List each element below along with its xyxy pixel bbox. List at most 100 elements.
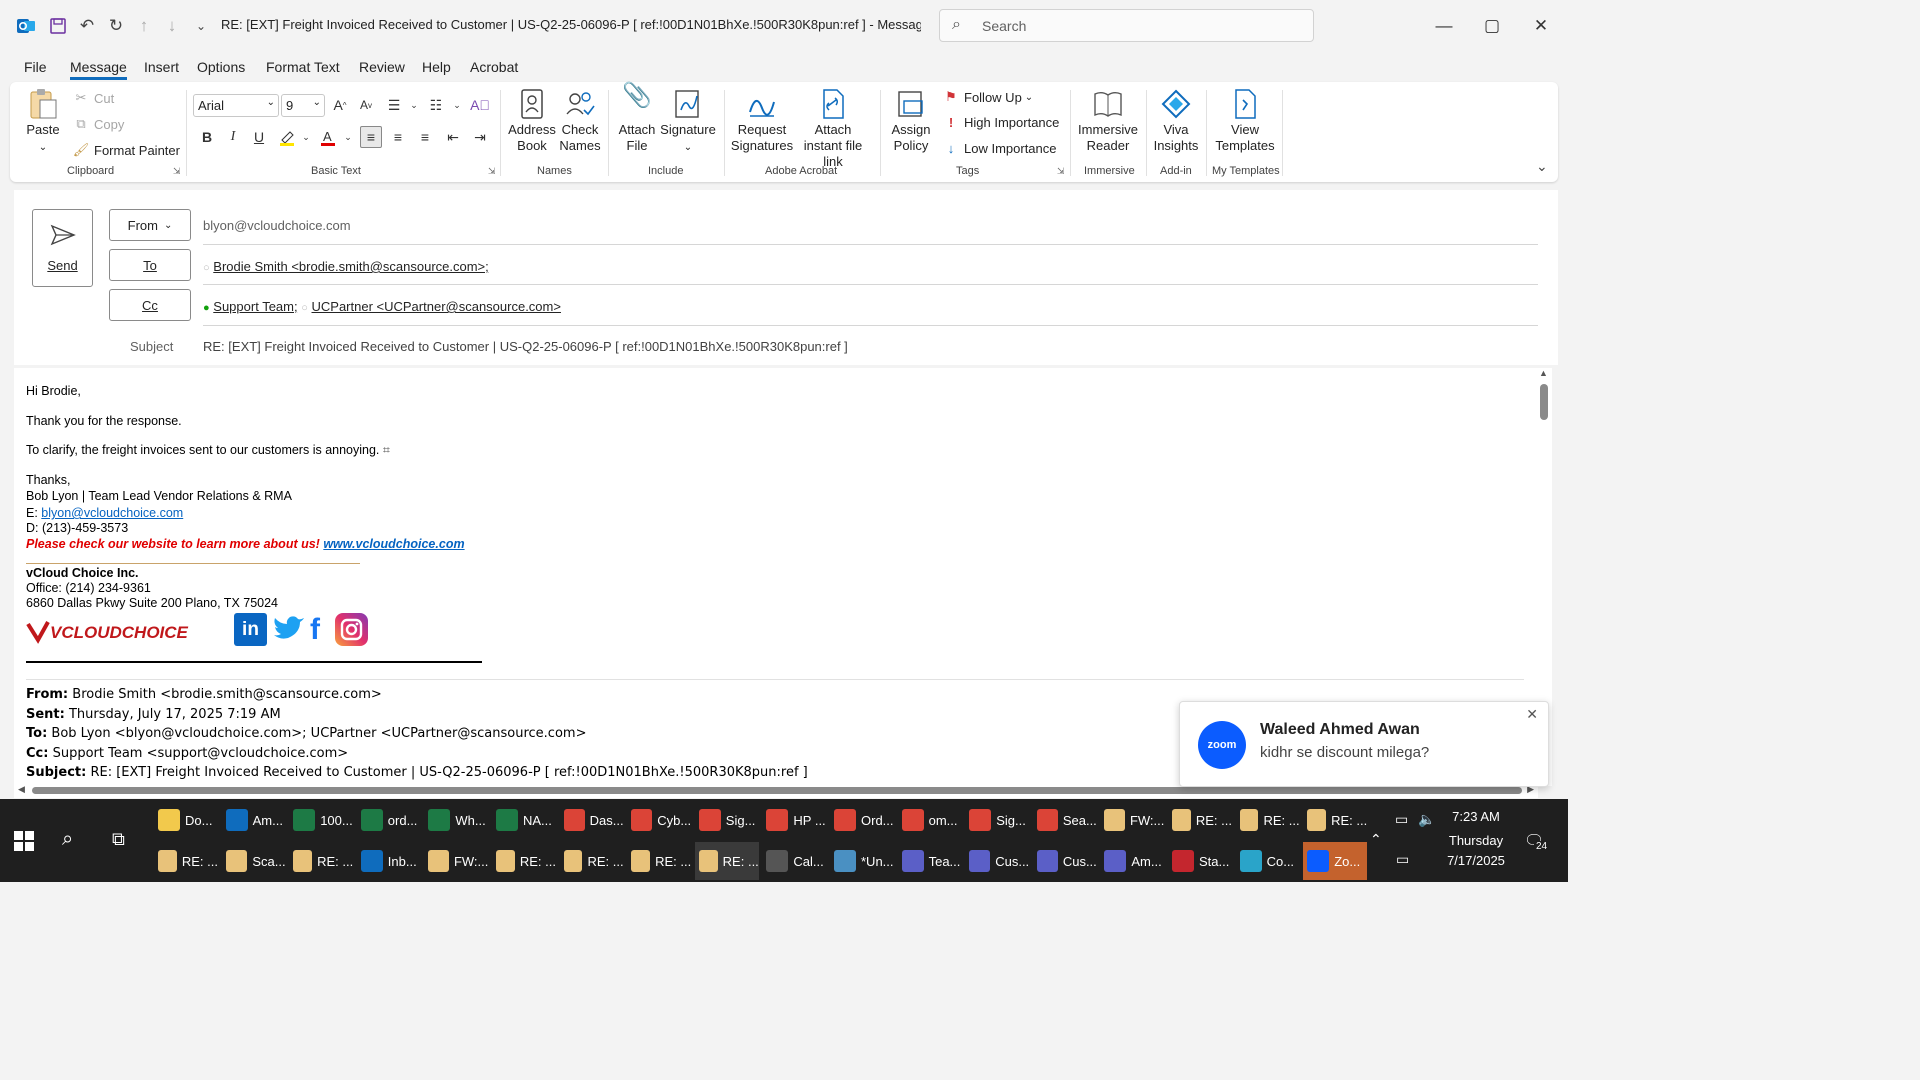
instagram-icon[interactable]: [335, 613, 368, 646]
high-importance-button[interactable]: ! High Importance: [942, 115, 1060, 130]
font-name-dropdown[interactable]: Arial ⌄: [193, 94, 279, 117]
clear-formatting-button[interactable]: A⃥: [469, 94, 491, 116]
network-icon[interactable]: ▭: [1396, 851, 1409, 868]
taskbar-row1-item[interactable]: om...: [898, 801, 962, 839]
shrink-font-button[interactable]: Av: [355, 94, 377, 116]
taskbar-row1-item[interactable]: Cyb...: [627, 801, 691, 839]
taskbar-row1-item[interactable]: Am...: [222, 801, 286, 839]
paste-button[interactable]: Paste ⌄: [26, 88, 60, 156]
tab-help[interactable]: Help: [422, 59, 451, 75]
website-link[interactable]: www.vcloudchoice.com: [323, 537, 464, 551]
cc-recipient[interactable]: Support Team;: [213, 299, 297, 314]
windows-start-icon[interactable]: [14, 831, 36, 853]
down-arrow-icon[interactable]: ↓: [160, 14, 184, 38]
undo-icon[interactable]: ↶: [75, 14, 99, 38]
taskbar-row1-item[interactable]: 100...: [289, 801, 353, 839]
taskbar-row1-item[interactable]: HP ...: [762, 801, 826, 839]
taskbar-row1-item[interactable]: ord...: [357, 801, 421, 839]
tab-options[interactable]: Options: [197, 59, 245, 75]
taskbar-row2-item[interactable]: RE: ...: [492, 842, 556, 880]
minimize-button[interactable]: —: [1430, 12, 1458, 40]
scroll-up-icon[interactable]: ▲: [1539, 368, 1548, 378]
to-button[interactable]: To: [109, 249, 191, 281]
cut-button[interactable]: ✂ Cut: [72, 90, 115, 106]
chevron-down-icon[interactable]: ⌄: [403, 94, 425, 116]
chevron-up-icon[interactable]: ⌃: [1370, 831, 1382, 848]
tab-review[interactable]: Review: [359, 59, 405, 75]
tab-acrobat[interactable]: Acrobat: [470, 59, 518, 75]
taskbar-row1-item[interactable]: Do...: [154, 801, 218, 839]
request-signatures-button[interactable]: Request Signatures: [730, 88, 794, 154]
font-color-button[interactable]: A: [317, 126, 339, 148]
customize-toolbar-icon[interactable]: ⌄: [189, 14, 213, 38]
send-button[interactable]: Send: [32, 209, 93, 287]
low-importance-button[interactable]: ↓ Low Importance: [942, 141, 1057, 156]
align-right-button[interactable]: ≡: [414, 126, 436, 148]
cc-field[interactable]: ● Support Team; ○ UCPartner <UCPartner@s…: [203, 299, 561, 314]
taskbar-row2-item[interactable]: Cus...: [1033, 842, 1097, 880]
taskbar-row2-item[interactable]: Co...: [1236, 842, 1300, 880]
maximize-button[interactable]: ▢: [1478, 12, 1506, 40]
taskbar-row1-item[interactable]: Sea...: [1033, 801, 1097, 839]
taskbar-row2-item[interactable]: Am...: [1100, 842, 1164, 880]
taskbar-row2-item[interactable]: RE: ...: [627, 842, 691, 880]
facebook-icon[interactable]: f: [310, 614, 328, 646]
font-size-dropdown[interactable]: 9 ⌄: [281, 94, 325, 117]
assign-policy-button[interactable]: Assign Policy: [886, 88, 936, 154]
increase-indent-button[interactable]: ⇥: [469, 126, 491, 148]
clock-time[interactable]: 7:23 AM: [1445, 809, 1507, 824]
bold-button[interactable]: B: [196, 126, 218, 148]
redo-icon[interactable]: ↻: [104, 14, 128, 38]
search-box[interactable]: ⌕ Search: [939, 9, 1314, 42]
immersive-reader-button[interactable]: Immersive Reader: [1076, 88, 1140, 154]
taskbar-row2-item[interactable]: Sca...: [222, 842, 286, 880]
taskbar-row2-item[interactable]: Zo...: [1303, 842, 1368, 880]
chevron-down-icon[interactable]: ⌄: [295, 126, 317, 148]
decrease-indent-button[interactable]: ⇤: [442, 126, 464, 148]
close-icon[interactable]: ✕: [1526, 706, 1538, 723]
check-names-button[interactable]: Check Names: [559, 88, 601, 154]
address-book-button[interactable]: Address Book: [507, 88, 557, 154]
dialog-launcher-icon[interactable]: ⇲: [1057, 166, 1065, 177]
chevron-down-icon[interactable]: ⌄: [446, 94, 468, 116]
numbering-button[interactable]: ☷: [425, 94, 447, 116]
taskbar-row2-item[interactable]: RE: ...: [154, 842, 218, 880]
tab-insert[interactable]: Insert: [144, 59, 179, 75]
taskbar-row2-item[interactable]: *Un...: [830, 842, 894, 880]
taskbar-row1-item[interactable]: Sig...: [695, 801, 759, 839]
volume-icon[interactable]: 🔈: [1418, 811, 1435, 828]
from-button[interactable]: From ⌄: [109, 209, 191, 241]
search-icon[interactable]: ⌕: [62, 828, 73, 851]
taskbar-row1-item[interactable]: RE: ...: [1236, 801, 1300, 839]
format-painter-button[interactable]: 🖌 Format Painter: [72, 142, 180, 158]
grow-font-button[interactable]: A ^: [329, 94, 351, 116]
scrollbar-thumb[interactable]: [32, 787, 1522, 794]
underline-button[interactable]: U: [248, 126, 270, 148]
copy-button[interactable]: ⧉ Copy: [72, 116, 124, 132]
taskbar-row1-item[interactable]: RE: ...: [1168, 801, 1232, 839]
linkedin-icon[interactable]: in: [234, 613, 267, 646]
chevron-down-icon[interactable]: ⌄: [337, 126, 359, 148]
follow-up-button[interactable]: ⚑ Follow Up ⌄: [942, 89, 1033, 105]
scrollbar-thumb[interactable]: [1540, 384, 1548, 420]
taskbar-row1-item[interactable]: Wh...: [424, 801, 488, 839]
align-center-button[interactable]: ≡: [387, 126, 409, 148]
taskbar-row1-item[interactable]: Ord...: [830, 801, 894, 839]
signature-button[interactable]: Signature ⌄: [660, 88, 716, 156]
taskbar-row2-item[interactable]: RE: ...: [694, 842, 759, 880]
taskbar-row1-item[interactable]: FW:...: [1100, 801, 1164, 839]
to-field[interactable]: ○ Brodie Smith <brodie.smith@scansource.…: [203, 259, 489, 274]
view-templates-button[interactable]: View Templates: [1212, 88, 1278, 154]
twitter-icon[interactable]: [272, 613, 306, 643]
up-arrow-icon[interactable]: ↑: [132, 14, 156, 38]
attach-link-button[interactable]: Attach instant file link: [794, 88, 872, 170]
attach-file-button[interactable]: 📎 Attach File: [614, 84, 660, 154]
taskbar-row1-item[interactable]: Das...: [560, 801, 624, 839]
taskbar-row1-item[interactable]: RE: ...: [1303, 801, 1367, 839]
save-icon[interactable]: [46, 14, 70, 38]
close-button[interactable]: ✕: [1527, 12, 1555, 40]
dialog-launcher-icon[interactable]: ⇲: [173, 166, 181, 177]
subject-input[interactable]: RE: [EXT] Freight Invoiced Received to C…: [203, 339, 848, 354]
ribbon-collapse-icon[interactable]: ⌄: [1536, 158, 1548, 175]
task-view-icon[interactable]: ⧉: [112, 829, 125, 850]
